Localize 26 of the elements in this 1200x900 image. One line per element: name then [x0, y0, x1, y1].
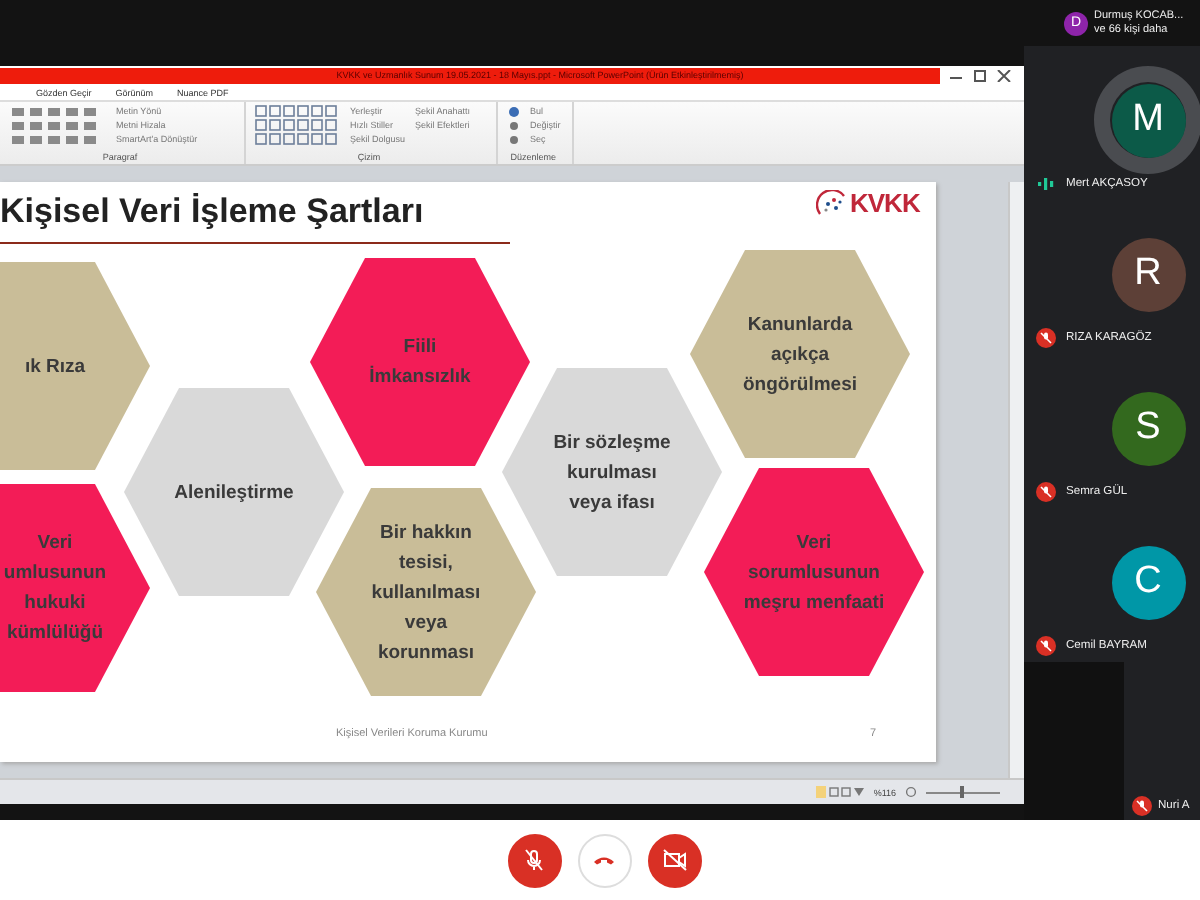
hexagon-label: Bir hakkın tesisi, kullanılması veya korunması	[371, 519, 481, 667]
close-icon[interactable]	[996, 70, 1012, 82]
hexagon-label: ık Rıza	[24, 353, 86, 381]
hexagon-label: Veri umlusunun hukuki kümlülüğü	[3, 530, 107, 648]
logo-text: KVKK	[850, 188, 920, 218]
hexagon-label: Veri sorumlusunun meşru menfaati	[743, 529, 885, 617]
avatar: S	[1111, 391, 1185, 465]
hexagon-label: Alenileştirme	[174, 479, 294, 507]
view-buttons-icon[interactable]	[815, 786, 864, 798]
slide-title: Kişisel Veri İşleme Şartları	[0, 192, 424, 232]
avatar: R	[1111, 237, 1185, 311]
hexagon-label: Bir sözleşme kurulması veya ifası	[553, 429, 671, 517]
mic-off-icon	[522, 848, 546, 872]
avatar: C	[1111, 545, 1185, 619]
dots-logo-icon	[816, 189, 848, 217]
hang-up-button[interactable]	[577, 833, 631, 887]
avatar: M	[1111, 83, 1185, 157]
zoom-out-icon[interactable]	[906, 786, 916, 798]
scrollbar[interactable]	[1008, 182, 1024, 778]
shapes-icon[interactable]	[254, 104, 342, 148]
maximize-icon[interactable]	[972, 70, 988, 82]
microphone-button[interactable]	[507, 833, 561, 887]
hexagon-label: Kanunlarda açıkça öngörülmesi	[742, 311, 857, 399]
camera-button[interactable]	[647, 833, 701, 887]
camera-off-icon	[661, 848, 687, 872]
hexagon-label: Fiili İmkansızlık	[369, 334, 471, 392]
